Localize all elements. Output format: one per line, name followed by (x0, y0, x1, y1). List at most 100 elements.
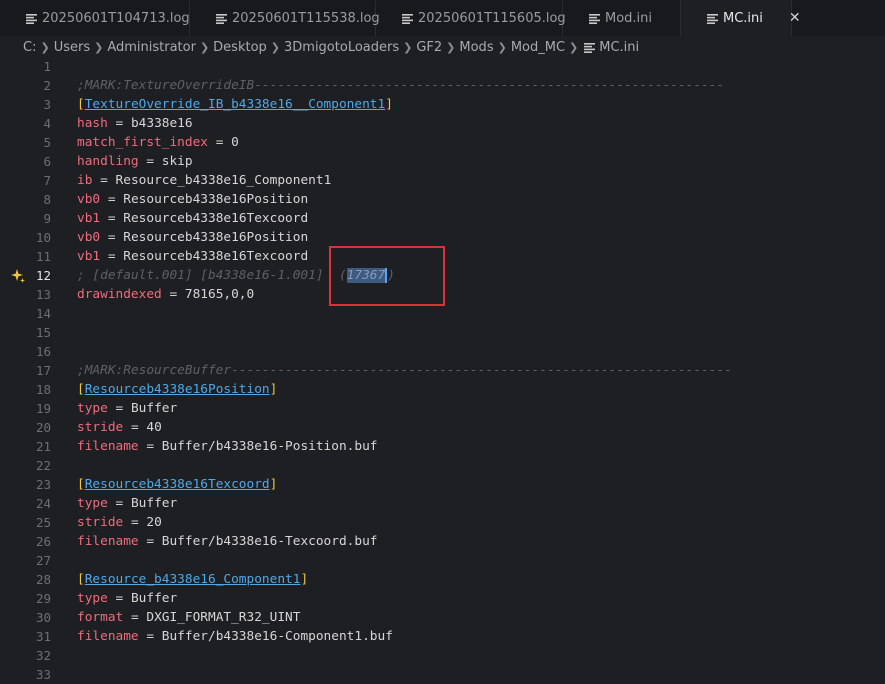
line-number: 3 (43, 97, 51, 112)
code-line[interactable]: 14 (0, 304, 885, 323)
code-line[interactable]: 18 [Resourceb4338e16Position] (0, 380, 885, 399)
code-line[interactable]: 7 ib = Resource_b4338e16_Component1 (0, 171, 885, 190)
code-token: Buffer/b4338e16-Component1.buf (161, 629, 393, 644)
breadcrumb-item[interactable]: 3DmigotoLoaders (284, 40, 399, 55)
code-token: 78165,0,0 (184, 287, 255, 302)
code-line[interactable]: 31 filename = Buffer/b4338e16-Component1.… (0, 627, 885, 646)
code-content: stride = 20 (77, 513, 162, 532)
code-token: format (77, 610, 124, 625)
tab-20250601t115605-log[interactable]: 20250601T115605.log (376, 0, 566, 36)
code-token: = (100, 249, 124, 264)
code-token: Resourceb4338e16Texcoord (123, 211, 309, 226)
code-token: ] (385, 97, 393, 112)
code-token: = (138, 439, 162, 454)
line-number: 1 (43, 59, 51, 74)
code-token: [ (77, 477, 85, 492)
code-line[interactable]: 23 [Resourceb4338e16Texcoord] (0, 475, 885, 494)
code-token: vb1 (77, 249, 101, 264)
code-line[interactable]: 27 (0, 551, 885, 570)
code-content: ;MARK:TextureOverrideIB-----------------… (77, 76, 724, 95)
code-line[interactable]: 30 format = DXGI_FORMAT_R32_UINT (0, 608, 885, 627)
code-token: ] (300, 572, 309, 587)
chevron-right-icon: ❯ (270, 40, 280, 54)
tab-mod-ini[interactable]: Mod.ini (563, 0, 681, 36)
chevron-right-icon: ❯ (497, 40, 507, 54)
code-content: filename = Buffer/b4338e16-Texcoord.buf (77, 532, 378, 551)
code-line[interactable]: 1 (0, 57, 885, 76)
code-token: = (123, 420, 147, 435)
line-number: 30 (35, 610, 51, 625)
code-token: Buffer/b4338e16-Position.buf (161, 439, 378, 454)
code-line[interactable]: 6 handling = skip (0, 152, 885, 171)
code-content: type = Buffer (77, 589, 177, 608)
code-content: [Resource_b4338e16_Component1] (77, 570, 308, 589)
code-line[interactable]: 21 filename = Buffer/b4338e16-Position.bu… (0, 437, 885, 456)
tab-label: 20250601T115605.log (418, 10, 566, 26)
code-token: [ (77, 382, 85, 397)
tab-label: 20250601T115538.log (232, 10, 380, 26)
code-line[interactable]: 26 filename = Buffer/b4338e16-Texcoord.bu… (0, 532, 885, 551)
breadcrumb-item[interactable]: MC.ini (599, 40, 639, 55)
code-token: b4338e16 (130, 116, 193, 131)
code-line[interactable]: 17 ;MARK:ResourceBuffer------------------… (0, 361, 885, 380)
code-token: Buffer (130, 401, 178, 416)
chevron-right-icon: ❯ (94, 40, 104, 54)
tab-20250601t115538-log[interactable]: 20250601T115538.log (190, 0, 380, 36)
line-number: 10 (35, 230, 51, 245)
code-token: Resource_b4338e16_Component1 (115, 173, 332, 188)
code-content: vb0 = Resourceb4338e16Position (77, 228, 308, 247)
code-token: vb0 (77, 192, 101, 207)
code-line[interactable]: 19 type = Buffer (0, 399, 885, 418)
tab-mc-ini[interactable]: MC.ini ✕ (681, 0, 801, 36)
code-token: 20 (146, 515, 162, 530)
breadcrumb-item[interactable]: Users (54, 40, 90, 55)
code-editor[interactable]: 1 2 ;MARK:TextureOverrideIB---------------… (0, 57, 885, 682)
line-number: 27 (35, 553, 51, 568)
code-line[interactable]: 32 (0, 646, 885, 665)
code-token: = (107, 401, 131, 416)
line-number: 28 (35, 572, 51, 587)
code-content: type = Buffer (77, 399, 177, 418)
code-line[interactable]: 10 vb0 = Resourceb4338e16Position (0, 228, 885, 247)
code-line[interactable]: 24 type = Buffer (0, 494, 885, 513)
code-token: stride (77, 420, 124, 435)
breadcrumb-item[interactable]: Desktop (213, 40, 267, 55)
line-number: 7 (43, 173, 51, 188)
code-token: = (100, 192, 124, 207)
code-line[interactable]: 22 (0, 456, 885, 475)
breadcrumb-item[interactable]: GF2 (416, 40, 442, 55)
code-line[interactable]: 16 (0, 342, 885, 361)
code-token: Resourceb4338e16Position (84, 382, 270, 397)
code-token: handling (77, 154, 139, 169)
line-number: 24 (35, 496, 51, 511)
code-line[interactable]: 28 [Resource_b4338e16_Component1] (0, 570, 885, 589)
sparkle-icon[interactable] (10, 268, 26, 284)
code-token: filename (77, 629, 139, 644)
breadcrumb-item[interactable]: C: (23, 40, 36, 55)
code-content: handling = skip (77, 152, 193, 171)
code-token: = (107, 591, 131, 606)
code-line[interactable]: 8 vb0 = Resourceb4338e16Position (0, 190, 885, 209)
code-line[interactable]: 15 (0, 323, 885, 342)
breadcrumb-item[interactable]: Administrator (107, 40, 196, 55)
code-line[interactable]: 33 (0, 665, 885, 684)
code-line[interactable]: 5 match_first_index = 0 (0, 133, 885, 152)
code-line[interactable]: 9 vb1 = Resourceb4338e16Texcoord (0, 209, 885, 228)
line-number: 33 (35, 667, 51, 682)
close-icon[interactable]: ✕ (789, 10, 801, 26)
line-number: 11 (35, 249, 51, 264)
code-line[interactable]: 3 [TextureOverride_IB_b4338e16__Component… (0, 95, 885, 114)
code-token: Buffer (130, 496, 178, 511)
tab-20250601t104713-log[interactable]: 20250601T104713.log (0, 0, 190, 36)
file-lines-icon (216, 13, 227, 24)
code-line[interactable]: 20 stride = 40 (0, 418, 885, 437)
code-line[interactable]: 29 type = Buffer (0, 589, 885, 608)
breadcrumb-item[interactable]: Mod_MC (511, 40, 565, 55)
code-line[interactable]: 2 ;MARK:TextureOverrideIB----------------… (0, 76, 885, 95)
code-line[interactable]: 25 stride = 20 (0, 513, 885, 532)
breadcrumb-item[interactable]: Mods (459, 40, 493, 55)
code-token: = (92, 173, 116, 188)
code-line[interactable]: 4 hash = b4338e16 (0, 114, 885, 133)
code-token: hash (77, 116, 108, 131)
code-token: Resourceb4338e16Position (123, 192, 309, 207)
